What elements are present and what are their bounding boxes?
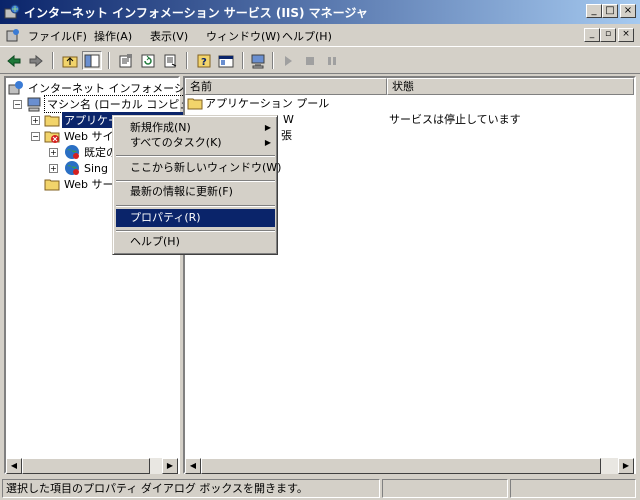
menu-help[interactable]: ヘルプ(H)	[282, 28, 332, 44]
mdi-close-button[interactable]: ×	[618, 28, 634, 42]
refresh-icon[interactable]	[138, 51, 158, 70]
context-menu-help[interactable]: ヘルプ(H)	[116, 233, 275, 251]
status-text: 選択した項目のプロパティ ダイアログ ボックスを開きます。	[2, 479, 380, 498]
window-title: インターネット インフォメーション サービス (IIS) マネージャ	[24, 6, 368, 20]
expander-default-site[interactable]: +	[49, 148, 58, 157]
menu-window[interactable]: ウィンドウ(W)	[206, 28, 280, 44]
expander-machine[interactable]: −	[13, 100, 22, 109]
list-row-name: アプリケーション プール	[205, 97, 330, 110]
list-row-name-partial: W	[283, 112, 294, 126]
export-list-icon[interactable]	[160, 51, 180, 70]
show-tree-icon[interactable]	[82, 51, 102, 70]
context-menu-new-label: 新規作成(N)	[130, 121, 191, 134]
mmc-window-icon[interactable]	[216, 51, 236, 70]
mmc-child-window-icon[interactable]	[5, 27, 21, 43]
tree-item-web-service-ext[interactable]: Web サー	[44, 176, 115, 192]
tree-web-service-ext-label: Web サー	[64, 178, 114, 191]
folder-icon	[44, 179, 60, 191]
close-button[interactable]: ×	[620, 4, 636, 18]
tree-single-site-label: Sing	[84, 161, 108, 175]
menu-action[interactable]: 操作(A)	[94, 28, 132, 44]
tree-root[interactable]: インターネット インフォメーション	[8, 80, 209, 96]
menu-separator	[116, 230, 275, 232]
iis-app-icon	[4, 4, 20, 19]
tree-hscrollbar[interactable]: ◀ ▶	[6, 458, 178, 474]
submenu-arrow-icon: ▶	[264, 138, 271, 147]
menu-file[interactable]: ファイル(F)	[28, 28, 87, 44]
context-menu-all-tasks-label: すべてのタスク(K)	[130, 136, 222, 149]
svg-text:?: ?	[201, 57, 207, 68]
scroll-left-button[interactable]: ◀	[6, 458, 22, 474]
tree-item-default-site[interactable]: 既定の	[64, 144, 119, 160]
mdi-minimize-button[interactable]: _	[584, 28, 600, 42]
tree-item-machine[interactable]: マシン名 (ローカル コンピュ	[26, 95, 194, 113]
context-menu-help-label: ヘルプ(H)	[130, 235, 180, 248]
computer-icon	[27, 97, 41, 112]
menu-separator	[116, 180, 275, 182]
status-panel-3	[510, 479, 636, 498]
context-menu-properties-label: プロパティ(R)	[130, 211, 201, 224]
status-panel-2	[382, 479, 508, 498]
maximize-button[interactable]: □	[602, 4, 618, 18]
column-header-name[interactable]: 名前	[185, 78, 387, 95]
list-row-status: サービスは停止しています	[389, 111, 521, 127]
tree-web-sites-label: Web サイ	[64, 130, 114, 143]
folder-icon	[187, 98, 203, 110]
stopped-folder-icon	[44, 131, 60, 143]
expander-single-site[interactable]: +	[49, 164, 58, 173]
properties-icon[interactable]	[116, 51, 136, 70]
list-row[interactable]: アプリケーション プール	[187, 95, 329, 111]
context-menu-new-window-label: ここから新しいウィンドウ(W)	[130, 161, 282, 174]
globe-icon	[65, 145, 79, 159]
status-bar: 選択した項目のプロパティ ダイアログ ボックスを開きます。	[0, 477, 640, 500]
list-hscrollbar[interactable]: ◀ ▶	[185, 458, 634, 474]
computer-icon[interactable]	[248, 51, 268, 70]
context-menu-all-tasks[interactable]: すべてのタスク(K) ▶	[116, 134, 275, 152]
menu-separator	[116, 205, 275, 207]
forward-arrow-icon[interactable]	[26, 51, 46, 70]
folder-icon	[44, 115, 60, 127]
title-bar[interactable]: インターネット インフォメーション サービス (IIS) マネージャ _ □ ×	[0, 0, 640, 24]
play-icon[interactable]	[278, 51, 298, 70]
menu-view[interactable]: 表示(V)	[150, 28, 188, 44]
context-menu-new-window[interactable]: ここから新しいウィンドウ(W)	[116, 159, 281, 177]
scroll-left-button[interactable]: ◀	[185, 458, 201, 474]
help-icon[interactable]: ?	[194, 51, 214, 70]
expander-web-sites[interactable]: −	[31, 132, 40, 141]
tree-root-label: インターネット インフォメーション	[28, 82, 207, 95]
tree-item-single-site[interactable]: Sing	[64, 160, 110, 176]
scroll-thumb[interactable]	[201, 458, 601, 474]
globe-icon	[65, 161, 79, 175]
toolbar: ?	[0, 46, 640, 74]
scroll-right-button[interactable]: ▶	[618, 458, 634, 474]
context-menu: 新規作成(N) ▶ すべてのタスク(K) ▶ ここから新しいウィンドウ(W) 最…	[112, 115, 281, 255]
expander-app-pools[interactable]: +	[31, 116, 40, 125]
menu-bar: ファイル(F) 操作(A) 表示(V) ウィンドウ(W) ヘルプ(H) _ ▫ …	[0, 24, 640, 46]
tree-item-web-sites[interactable]: Web サイ	[44, 128, 115, 144]
scroll-thumb[interactable]	[22, 458, 150, 474]
pause-icon[interactable]	[322, 51, 342, 70]
menu-separator	[116, 155, 275, 157]
scroll-right-button[interactable]: ▶	[162, 458, 178, 474]
column-header-status[interactable]: 状態	[387, 78, 634, 95]
tree-machine-label: マシン名 (ローカル コンピュ	[44, 95, 194, 113]
mdi-restore-button[interactable]: ▫	[600, 28, 616, 42]
stop-icon[interactable]	[300, 51, 320, 70]
minimize-button[interactable]: _	[586, 4, 602, 18]
up-folder-icon[interactable]	[60, 51, 80, 70]
back-arrow-icon[interactable]	[4, 51, 24, 70]
context-menu-properties[interactable]: プロパティ(R)	[116, 209, 275, 227]
list-row-name-partial: 張	[281, 129, 292, 142]
iis-root-icon	[8, 81, 23, 95]
list-row-status-text: サービスは停止しています	[389, 113, 521, 126]
context-menu-refresh[interactable]: 最新の情報に更新(F)	[116, 183, 275, 201]
context-menu-refresh-label: 最新の情報に更新(F)	[130, 185, 233, 198]
